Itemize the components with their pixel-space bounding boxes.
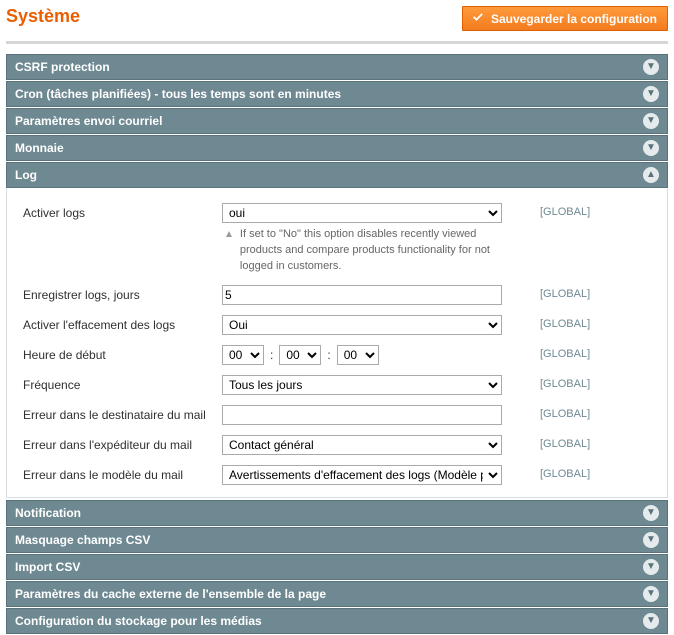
save-button-label: Sauvegarder la configuration [491,12,657,26]
enable-logs-select[interactable]: oui [222,203,502,223]
save-config-button[interactable]: Sauvegarder la configuration [462,6,668,31]
scope-label: [GLOBAL] [512,465,590,480]
section-currency[interactable]: Monnaie ▼ [6,135,668,161]
section-csrf-title: CSRF protection [15,60,110,74]
section-notification-title: Notification [15,506,81,520]
check-icon [471,10,485,27]
section-csv-mask[interactable]: Masquage champs CSV ▼ [6,527,668,553]
log-cleaning-select[interactable]: Oui [222,315,502,335]
section-cron[interactable]: Cron (tâches planifiées) - tous les temp… [6,81,668,107]
chevron-down-icon: ▼ [643,59,659,75]
chevron-down-icon: ▼ [643,86,659,102]
chevron-down-icon: ▼ [643,113,659,129]
start-sec-select[interactable]: 00 [337,345,379,365]
save-days-input[interactable] [222,285,502,305]
error-sender-select[interactable]: Contact général [222,435,502,455]
chevron-down-icon: ▼ [643,140,659,156]
error-sender-label: Erreur dans l'expéditeur du mail [17,435,222,452]
chevron-down-icon: ▼ [643,613,659,629]
chevron-down-icon: ▼ [643,505,659,521]
section-page-cache[interactable]: Paramètres du cache externe de l'ensembl… [6,581,668,607]
error-recipient-label: Erreur dans le destinataire du mail [17,405,222,422]
chevron-down-icon: ▼ [643,532,659,548]
time-separator: : [270,348,273,362]
section-notification[interactable]: Notification ▼ [6,500,668,526]
page-title: Système [6,6,80,27]
section-csv-mask-title: Masquage champs CSV [15,533,150,547]
log-cleaning-label: Activer l'effacement des logs [17,315,222,332]
section-media-storage-title: Configuration du stockage pour les média… [15,614,262,628]
time-separator: : [327,348,330,362]
start-min-select[interactable]: 00 [279,345,321,365]
section-mail[interactable]: Paramètres envoi courriel ▼ [6,108,668,134]
error-template-select[interactable]: Avertissements d'effacement des logs (Mo… [222,465,502,485]
section-csv-import[interactable]: Import CSV ▼ [6,554,668,580]
enable-logs-hint: If set to "No" this option disables rece… [240,227,512,275]
scope-label: [GLOBAL] [512,285,590,300]
scope-label: [GLOBAL] [512,375,590,390]
section-mail-title: Paramètres envoi courriel [15,114,162,128]
hint-arrow-icon: ▲ [224,227,234,275]
section-log-title: Log [15,168,37,182]
save-days-label: Enregistrer logs, jours [17,285,222,302]
divider [6,41,668,44]
section-cron-title: Cron (tâches planifiées) - tous les temp… [15,87,341,101]
chevron-up-icon: ▲ [643,167,659,183]
section-page-cache-title: Paramètres du cache externe de l'ensembl… [15,587,326,601]
section-csv-import-title: Import CSV [15,560,80,574]
scope-label: [GLOBAL] [512,203,590,218]
frequency-label: Fréquence [17,375,222,392]
scope-label: [GLOBAL] [512,435,590,450]
section-log[interactable]: Log ▲ [6,162,668,188]
section-log-body: Activer logs oui ▲ If set to "No" this o… [6,189,668,498]
section-csrf[interactable]: CSRF protection ▼ [6,54,668,80]
frequency-select[interactable]: Tous les jours [222,375,502,395]
section-media-storage[interactable]: Configuration du stockage pour les média… [6,608,668,634]
chevron-down-icon: ▼ [643,559,659,575]
section-currency-title: Monnaie [15,141,64,155]
scope-label: [GLOBAL] [512,315,590,330]
error-template-label: Erreur dans le modèle du mail [17,465,222,482]
chevron-down-icon: ▼ [643,586,659,602]
enable-logs-label: Activer logs [17,203,222,220]
scope-label: [GLOBAL] [512,345,590,360]
start-time-label: Heure de début [17,345,222,362]
scope-label: [GLOBAL] [512,405,590,420]
start-hour-select[interactable]: 00 [222,345,264,365]
error-recipient-input[interactable] [222,405,502,425]
